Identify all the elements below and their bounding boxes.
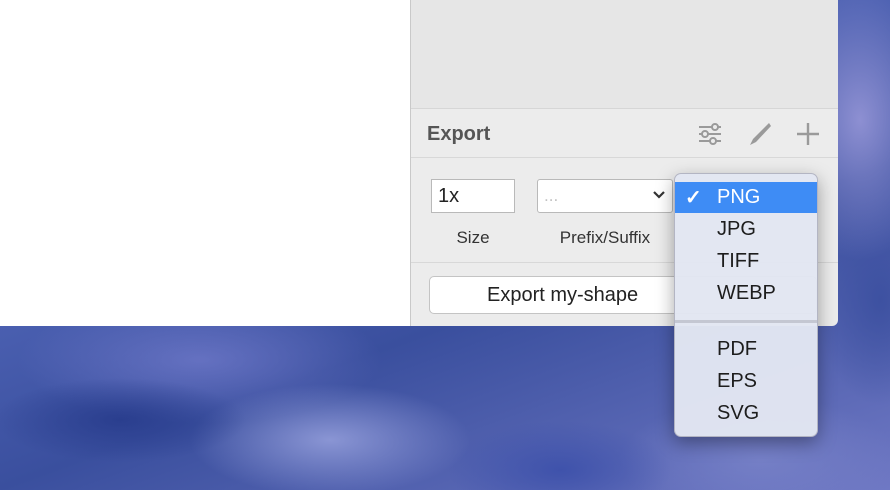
format-option-label: PDF	[717, 338, 757, 360]
checkmark-icon: ✓	[685, 187, 702, 209]
format-option-webp[interactable]: WEBP	[675, 278, 817, 309]
chevron-down-icon	[652, 188, 666, 207]
size-label: Size	[456, 228, 490, 247]
canvas-area[interactable]	[0, 0, 410, 326]
format-option-pdf[interactable]: PDF	[675, 334, 817, 365]
plus-icon[interactable]	[795, 121, 821, 147]
slice-knife-icon[interactable]	[747, 121, 773, 147]
format-option-label: PNG	[717, 186, 761, 208]
panel-empty-area	[411, 0, 838, 109]
format-option-label: JPG	[717, 218, 756, 240]
format-option-label: WEBP	[717, 282, 776, 304]
export-title: Export	[427, 123, 491, 145]
format-dropdown-menu: ✓ PNG JPG TIFF WEBP PDF EPS SVG	[674, 173, 818, 437]
export-header: Export	[411, 109, 838, 158]
format-option-svg[interactable]: SVG	[675, 398, 817, 429]
size-input[interactable]	[431, 179, 515, 213]
format-option-label: SVG	[717, 402, 760, 424]
format-option-png[interactable]: ✓ PNG	[675, 182, 817, 213]
menu-separator	[675, 320, 817, 323]
format-option-label: EPS	[717, 370, 758, 392]
prefix-suffix-placeholder: ...	[544, 186, 559, 205]
prefix-suffix-select[interactable]: ...	[537, 179, 673, 213]
format-option-tiff[interactable]: TIFF	[675, 246, 817, 277]
sliders-icon[interactable]	[697, 121, 723, 147]
format-option-eps[interactable]: EPS	[675, 366, 817, 397]
format-option-label: TIFF	[717, 250, 760, 272]
format-option-jpg[interactable]: JPG	[675, 214, 817, 245]
prefix-suffix-label: Prefix/Suffix	[559, 228, 651, 247]
